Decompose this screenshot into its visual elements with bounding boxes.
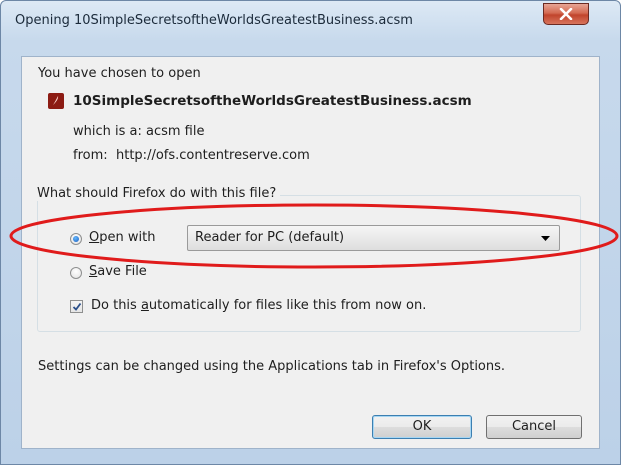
save-file-label[interactable]: Save File [89, 264, 147, 279]
open-with-radio[interactable] [70, 233, 82, 245]
open-with-mnemonic: O [89, 230, 100, 245]
window-title: Opening 10SimpleSecretsoftheWorldsGreate… [15, 13, 413, 28]
auto-action-label[interactable]: Do this automatically for files like thi… [91, 298, 426, 313]
save-file-label-rest: ave File [97, 264, 147, 279]
auto-action-checkbox[interactable] [70, 300, 83, 313]
chevron-down-icon [541, 236, 550, 241]
file-type-label: which is a: [73, 124, 142, 139]
intro-text: You have chosen to open [38, 66, 201, 81]
title-bar[interactable]: Opening 10SimpleSecretsoftheWorldsGreate… [1, 1, 620, 35]
save-file-radio[interactable] [70, 267, 82, 279]
file-name: 10SimpleSecretsoftheWorldsGreatestBusine… [73, 93, 472, 109]
file-type-value: acsm file [146, 124, 205, 139]
settings-note: Settings can be changed using the Applic… [38, 359, 506, 374]
open-with-app-select[interactable]: Reader for PC (default) [187, 225, 560, 251]
dialog-body: You have chosen to open 10SimpleSecretso… [21, 56, 600, 449]
ok-button[interactable]: OK [372, 415, 472, 439]
close-button[interactable] [543, 3, 589, 25]
auto-action-mnemonic: a [140, 298, 149, 313]
auto-action-prefix: Do this [91, 298, 141, 313]
checkmark-icon [72, 302, 82, 311]
open-with-app-value: Reader for PC (default) [195, 230, 345, 245]
cancel-button[interactable]: Cancel [486, 415, 582, 439]
auto-action-rest: utomatically for files like this from no… [148, 298, 427, 313]
file-source-label: from: [73, 148, 108, 163]
action-question: What should Firefox do with this file? [37, 186, 281, 201]
file-source-value: http://ofs.contentreserve.com [116, 148, 310, 163]
open-with-label-rest: pen with [99, 230, 156, 245]
download-dialog-window: Opening 10SimpleSecretsoftheWorldsGreate… [0, 0, 621, 465]
close-icon [559, 8, 573, 20]
open-with-label[interactable]: Open with [89, 230, 155, 245]
adobe-reader-icon [48, 93, 64, 109]
